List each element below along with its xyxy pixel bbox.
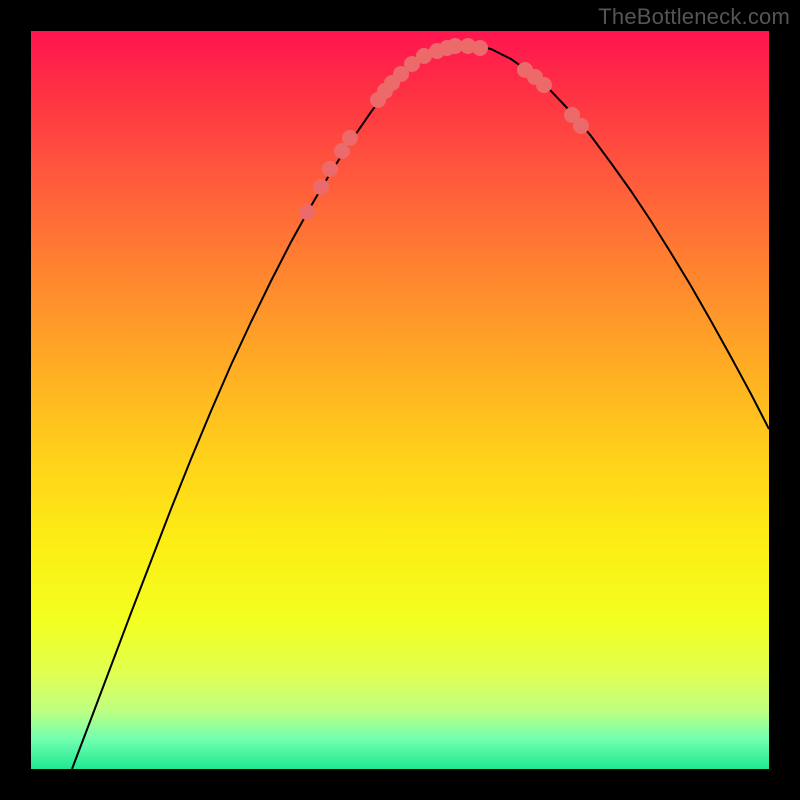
highlight-dot [299,204,315,220]
watermark-text: TheBottleneck.com [598,4,790,30]
chart-svg [31,31,769,769]
highlight-dot [322,161,338,177]
highlight-dot [536,77,552,93]
highlight-dot [313,179,329,195]
highlight-dot [573,118,589,134]
chart-plot-area [31,31,769,769]
highlight-dot [342,130,358,146]
bottleneck-curve [72,46,769,769]
highlight-dot [472,40,488,56]
